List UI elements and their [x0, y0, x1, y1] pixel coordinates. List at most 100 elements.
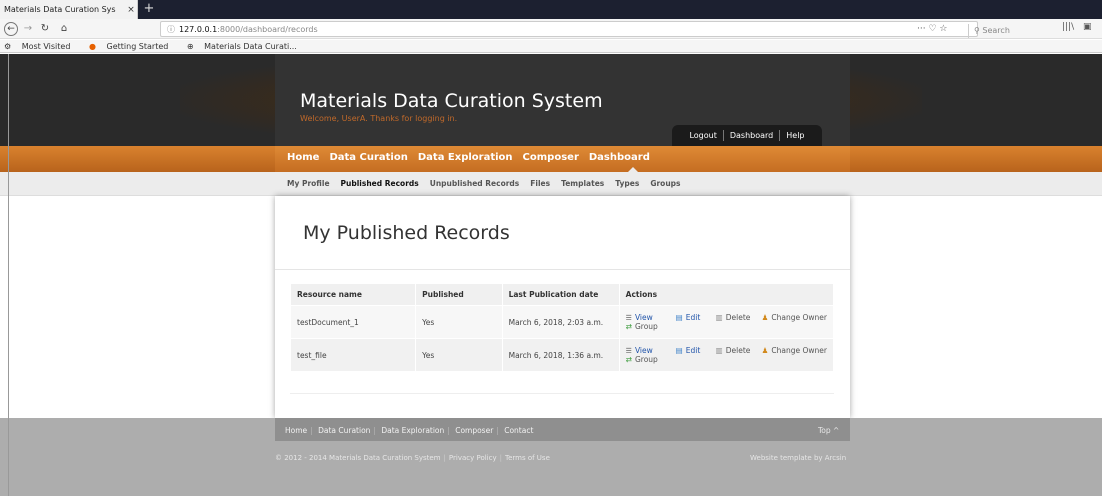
delete-icon: ▥ [715, 346, 723, 355]
copyright: © 2012 - 2014 Materials Data Curation Sy… [275, 454, 550, 462]
col-published[interactable]: Published [415, 283, 503, 306]
group-button[interactable]: ⇄ Group [626, 322, 676, 331]
library-icon[interactable]: |||\ [1062, 22, 1074, 32]
delete-button[interactable]: ▥ Delete [716, 313, 762, 322]
footer-link-data-exploration[interactable]: Data Exploration [381, 426, 444, 435]
col-last-publication-date[interactable]: Last Publication date [501, 283, 620, 306]
web-page: Materials Data Curation System Welcome, … [0, 54, 1102, 496]
gear-icon: ⚙ [4, 42, 14, 51]
template-credit: Website template by Arcsin [750, 454, 847, 462]
subnav-my-profile[interactable]: My Profile [287, 179, 330, 188]
subnav-types[interactable]: Types [615, 179, 639, 188]
edit-icon: ▤ [675, 313, 683, 322]
bookmark-getting-started[interactable]: ● Getting Started [89, 42, 176, 51]
bookmark-materials[interactable]: ⊕ Materials Data Curati... [187, 42, 305, 51]
search-input[interactable]: ⚲ Search [968, 24, 1102, 38]
nav-data-exploration[interactable]: Data Exploration [418, 152, 513, 163]
nav-home[interactable]: Home [287, 152, 319, 163]
user-icon: ♟ [761, 313, 769, 322]
cell-published: Yes [415, 305, 503, 339]
search-placeholder: Search [982, 26, 1010, 35]
change-owner-button[interactable]: ♟ Change Owner [762, 313, 827, 322]
view-button[interactable]: ☰ View [626, 313, 676, 322]
cell-resource-name: test_file [289, 338, 417, 372]
group-button[interactable]: ⇄ Group [626, 355, 676, 364]
delete-icon: ▥ [715, 313, 723, 322]
sidebar-icon[interactable]: ▣ [1083, 22, 1092, 32]
browser-tab-bar: Materials Data Curation Sys × + [0, 0, 1102, 19]
terms-of-use-link[interactable]: Terms of Use [505, 454, 550, 462]
group-icon: ⇄ [625, 322, 632, 331]
footer-link-home[interactable]: Home [285, 426, 307, 435]
new-tab-button[interactable]: + [141, 1, 157, 18]
subnav-files[interactable]: Files [530, 179, 550, 188]
subnav-published-records[interactable]: Published Records [341, 179, 419, 188]
divider [290, 393, 834, 394]
table-header-row: Resource name Published Last Publication… [289, 283, 835, 306]
records-table: Resource name Published Last Publication… [289, 283, 835, 372]
privacy-policy-link[interactable]: Privacy Policy [449, 454, 497, 462]
nav-composer[interactable]: Composer [523, 152, 579, 163]
col-resource-name[interactable]: Resource name [289, 283, 417, 306]
footer-links: Home | Data Curation | Data Exploration | C… [285, 426, 533, 435]
separator: | [310, 426, 313, 435]
copyright-text: © 2012 - 2014 Materials Data Curation Sy… [275, 454, 441, 462]
url-host: 127.0.0.1 [179, 24, 218, 34]
bookmark-most-visited[interactable]: ⚙ Most Visited [4, 42, 78, 51]
footer-link-composer[interactable]: Composer [455, 426, 493, 435]
bookmarks-bar: ⚙ Most Visited ● Getting Started ⊕ Mater… [0, 40, 1102, 53]
footer-link-contact[interactable]: Contact [504, 426, 533, 435]
subnav-groups[interactable]: Groups [650, 179, 680, 188]
cell-actions: ☰ View ⇄ Group ▤ Edit ▥ Delete ♟ Change Owner [618, 305, 835, 339]
cell-date: March 6, 2018, 1:36 a.m. [501, 338, 620, 372]
back-arrow-icon[interactable]: ← [4, 22, 18, 36]
info-icon[interactable]: ⓘ [167, 24, 175, 35]
cell-published: Yes [415, 338, 503, 372]
url-bar[interactable]: ⓘ 127.0.0.1 :8000/dashboard/records ··· … [160, 21, 1010, 38]
reload-icon[interactable]: ↻ [39, 22, 51, 36]
separator: | [443, 454, 446, 462]
content-panel: My Published Records Resource name Publi… [275, 196, 850, 418]
group-icon: ⇄ [625, 355, 632, 364]
nav-dashboard[interactable]: Dashboard [589, 152, 650, 163]
home-icon[interactable]: ⌂ [58, 22, 70, 36]
change-owner-button[interactable]: ♟ Change Owner [762, 346, 827, 355]
subnav-unpublished-records[interactable]: Unpublished Records [430, 179, 520, 188]
top-link[interactable]: Top ^ [818, 426, 839, 435]
browser-tab[interactable]: Materials Data Curation Sys × [0, 0, 138, 19]
site-title: Materials Data Curation System [300, 90, 603, 112]
footer-link-data-curation[interactable]: Data Curation [318, 426, 370, 435]
separator: | [447, 426, 450, 435]
url-path: :8000/dashboard/records [217, 24, 318, 34]
sub-nav: My Profile Published Records Unpublished… [287, 179, 692, 188]
user-icon: ♟ [761, 346, 769, 355]
edit-icon: ▤ [675, 346, 683, 355]
page-actions-icons[interactable]: ··· ♡ ☆ [917, 22, 947, 36]
logout-link[interactable]: Logout [683, 131, 722, 140]
forward-arrow-icon[interactable]: → [22, 22, 34, 36]
subnav-templates[interactable]: Templates [561, 179, 604, 188]
page-title: My Published Records [303, 222, 510, 244]
separator: | [499, 454, 502, 462]
divider [275, 269, 850, 270]
nav-data-curation[interactable]: Data Curation [329, 152, 407, 163]
table-row: test_file Yes March 6, 2018, 1:36 a.m. ☰… [289, 338, 835, 372]
view-button[interactable]: ☰ View [626, 346, 676, 355]
user-links: Logout Dashboard Help [672, 125, 822, 146]
tab-close-icon[interactable]: × [125, 5, 137, 15]
tab-title: Materials Data Curation Sys [4, 5, 116, 14]
main-nav: Home Data Curation Data Exploration Comp… [287, 152, 660, 172]
browser-nav-bar: ← → ↻ ⌂ ⓘ 127.0.0.1 :8000/dashboard/reco… [0, 19, 1102, 39]
delete-button[interactable]: ▥ Delete [716, 346, 762, 355]
col-actions: Actions [618, 283, 835, 306]
list-icon: ☰ [625, 313, 632, 322]
cell-actions: ☰ View ⇄ Group ▤ Edit ▥ Delete ♟ Change Owner [618, 338, 835, 372]
edit-button[interactable]: ▤ Edit [676, 313, 716, 322]
help-link[interactable]: Help [780, 131, 810, 140]
firefox-icon: ● [88, 42, 99, 51]
edit-button[interactable]: ▤ Edit [676, 346, 716, 355]
welcome-message: Welcome, UserA. Thanks for logging in. [300, 114, 458, 123]
list-icon: ☰ [625, 346, 632, 355]
separator: | [496, 426, 499, 435]
dashboard-link[interactable]: Dashboard [724, 131, 779, 140]
